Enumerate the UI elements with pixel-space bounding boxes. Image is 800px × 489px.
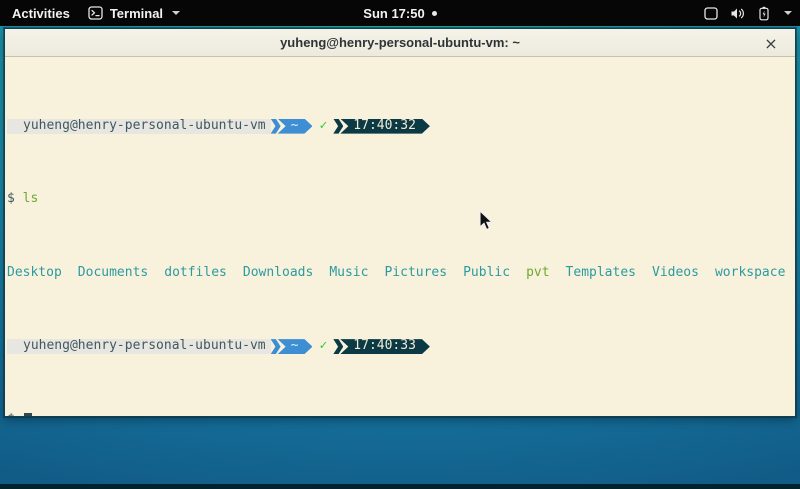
dir-item: dotfiles <box>164 266 227 281</box>
activities-button[interactable]: Activities <box>12 6 70 21</box>
file-item: pvt <box>526 266 549 281</box>
status-ok-icon: ✓ <box>312 339 333 354</box>
input-line[interactable]: $ <box>7 413 795 416</box>
prompt-time-badge: 17:40:33 <box>340 339 430 354</box>
ls-output-line: Desktop Documents dotfiles Downloads Music Pi… <box>7 266 795 281</box>
desktop-background: yuheng@henry-personal-ubuntu-vm: ~ × yuh… <box>0 26 800 489</box>
prompt-dollar: $ <box>7 192 15 207</box>
battery-charging-icon <box>758 6 770 21</box>
prompt-path-badge: ~ <box>278 119 313 134</box>
dir-item: workspace <box>715 266 785 281</box>
dir-item: Templates <box>566 266 636 281</box>
command-line: $ ls <box>7 192 795 207</box>
prompt-dollar: $ <box>7 413 15 416</box>
prompt-line: yuheng@henry-personal-ubuntu-vm ~ ✓ 17:4… <box>7 119 795 134</box>
powerline-chevron-icon <box>271 339 281 354</box>
system-status-area[interactable] <box>704 0 792 26</box>
terminal-window[interactable]: yuheng@henry-personal-ubuntu-vm: ~ × yuh… <box>4 28 796 417</box>
window-titlebar[interactable]: yuheng@henry-personal-ubuntu-vm: ~ × <box>5 29 795 57</box>
close-icon[interactable]: × <box>761 29 781 57</box>
powerline-chevron-icon <box>333 119 343 134</box>
desktop-screen: Activities Terminal Sun 17:50 <box>0 0 800 489</box>
volume-icon <box>730 7 746 20</box>
chevron-down-icon <box>172 11 180 15</box>
prompt-user-host: yuheng@henry-personal-ubuntu-vm <box>7 119 271 134</box>
app-menu-terminal[interactable]: Terminal <box>88 6 180 21</box>
gnome-top-bar: Activities Terminal Sun 17:50 <box>0 0 800 26</box>
prompt-path-badge: ~ <box>278 339 313 354</box>
chevron-down-icon <box>784 11 792 15</box>
app-menu-label: Terminal <box>110 6 163 21</box>
powerline-chevron-icon <box>333 339 343 354</box>
terminal-content[interactable]: yuheng@henry-personal-ubuntu-vm ~ ✓ 17:4… <box>5 57 795 416</box>
window-title: yuheng@henry-personal-ubuntu-vm: ~ <box>280 35 520 50</box>
dir-item: Documents <box>78 266 148 281</box>
dir-item: Videos <box>652 266 699 281</box>
text-cursor <box>24 413 32 416</box>
powerline-chevron-icon <box>271 119 281 134</box>
prompt-line: yuheng@henry-personal-ubuntu-vm ~ ✓ 17:4… <box>7 339 795 354</box>
notification-dot <box>432 11 437 16</box>
dir-item: Downloads <box>243 266 313 281</box>
terminal-app-icon <box>88 6 103 20</box>
dir-item: Music <box>329 266 368 281</box>
clock-label[interactable]: Sun 17:50 <box>363 6 424 21</box>
display-icon <box>704 7 718 20</box>
dir-item: Public <box>463 266 510 281</box>
command-text: ls <box>23 192 39 207</box>
prompt-time-badge: 17:40:32 <box>340 119 430 134</box>
prompt-user-host: yuheng@henry-personal-ubuntu-vm <box>7 339 271 354</box>
status-ok-icon: ✓ <box>312 119 333 134</box>
mouse-pointer-icon <box>479 210 494 232</box>
dir-item: Desktop <box>7 266 62 281</box>
dir-item: Pictures <box>384 266 447 281</box>
